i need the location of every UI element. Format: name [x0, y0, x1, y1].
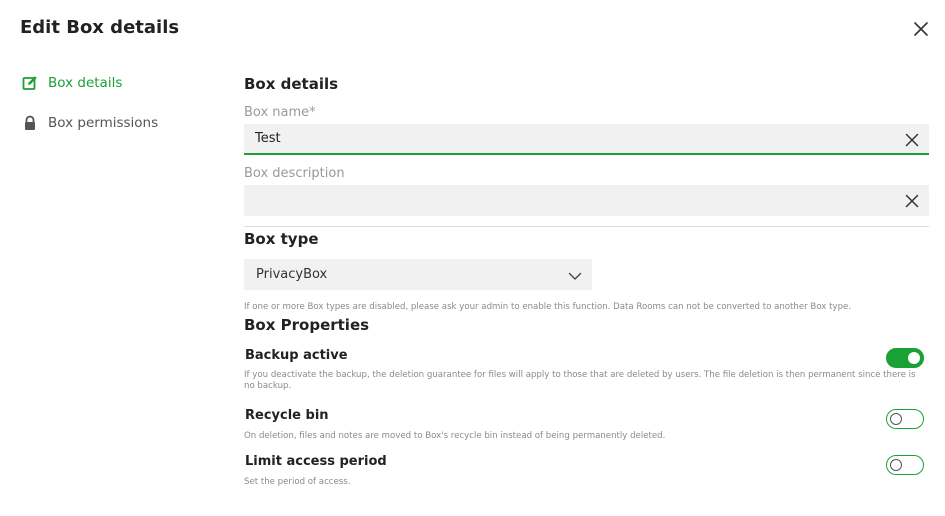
sidebar-item-box-details[interactable]: Box details [22, 72, 122, 94]
chevron-down-icon [568, 268, 582, 282]
sidebar-item-label: Box permissions [48, 115, 159, 131]
toggle-knob [890, 412, 902, 425]
clear-icon [905, 194, 919, 208]
box-name-input[interactable] [244, 124, 884, 153]
box-name-field [244, 124, 929, 155]
toggle-knob [908, 351, 920, 364]
box-description-input[interactable] [244, 185, 884, 216]
section-title-box-details: Box details [244, 75, 339, 93]
backup-toggle[interactable] [886, 348, 924, 368]
sidebar-item-box-permissions[interactable]: Box permissions [22, 112, 158, 134]
limit-access-title: Limit access period [245, 454, 387, 469]
close-button[interactable] [911, 19, 931, 39]
box-type-hint: If one or more Box types are disabled, p… [244, 302, 852, 312]
backup-title: Backup active [245, 348, 348, 363]
box-type-value: PrivacyBox [256, 267, 328, 282]
backup-description: If you deactivate the backup, the deleti… [244, 370, 916, 391]
recycle-bin-toggle[interactable] [886, 409, 924, 429]
box-type-title: Box type [244, 230, 319, 248]
toggle-knob [890, 458, 902, 471]
limit-access-toggle[interactable] [886, 455, 924, 475]
sidebar-item-label: Box details [48, 75, 123, 91]
limit-access-description: Set the period of access. [244, 477, 351, 487]
box-properties-title: Box Properties [244, 316, 370, 334]
clear-description-button[interactable] [905, 193, 919, 208]
box-description-field [244, 185, 929, 216]
box-description-label: Box description [244, 166, 345, 181]
close-icon [914, 22, 928, 36]
section-divider [244, 226, 929, 227]
edit-icon [22, 75, 38, 91]
recycle-bin-description: On deletion, files and notes are moved t… [244, 431, 666, 441]
box-name-label: Box name* [244, 105, 316, 120]
clear-icon [905, 133, 919, 147]
box-type-select[interactable]: PrivacyBox [244, 259, 592, 290]
clear-name-button[interactable] [905, 132, 919, 147]
edit-box-dialog: Edit Box details Box details Box permiss… [0, 0, 945, 516]
dialog-title: Edit Box details [20, 17, 180, 38]
recycle-bin-title: Recycle bin [245, 408, 329, 423]
lock-icon [22, 115, 38, 131]
